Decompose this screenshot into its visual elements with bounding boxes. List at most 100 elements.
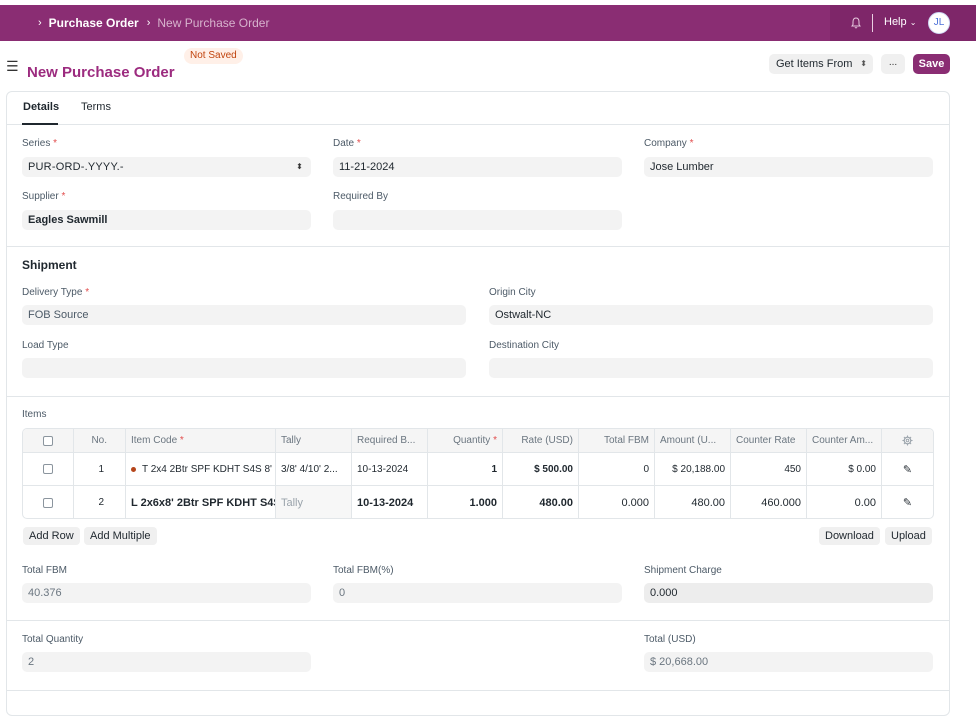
section-divider (7, 396, 949, 397)
status-badge: Not Saved (184, 48, 243, 64)
section-divider (7, 246, 949, 247)
tab-details[interactable]: Details (23, 101, 59, 113)
tally-cell[interactable]: Tally (276, 486, 352, 518)
add-row-button[interactable]: Add Row (23, 527, 80, 545)
page-header: ☰ New Purchase Order Not Saved Get Items… (0, 41, 976, 89)
supplier-field[interactable]: Eagles Sawmill (22, 210, 311, 230)
column-header-amount: Amount (U... (655, 429, 731, 452)
items-table-header: No. Item Code * Tally Required B... Quan… (23, 429, 933, 453)
destination-city-field[interactable] (489, 358, 933, 378)
column-header-item-code: Item Code * (126, 429, 276, 452)
company-field[interactable]: Jose Lumber (644, 157, 933, 177)
breadcrumb: › Purchase Order › New Purchase Order (38, 16, 269, 30)
get-items-from-label: Get Items From (776, 58, 853, 70)
more-button[interactable]: ... (881, 54, 905, 74)
item-code-cell[interactable]: T 2x4 2Btr SPF KDHT S4S 8' (126, 453, 276, 485)
edit-icon[interactable]: ✎ (882, 453, 933, 485)
page-title: New Purchase Order (27, 64, 175, 81)
counter-rate-cell[interactable]: 460.000 (731, 486, 807, 518)
avatar[interactable]: JL (928, 12, 950, 34)
select-all-checkbox[interactable] (43, 435, 53, 446)
load-type-field[interactable] (22, 358, 466, 378)
total-fbm-label: Total FBM (22, 565, 68, 576)
rate-cell[interactable]: 480.00 (503, 486, 579, 518)
gear-icon[interactable] (902, 435, 913, 446)
date-label: Date * (333, 138, 361, 149)
required-by-label: Required By (333, 191, 389, 202)
counter-amount-cell[interactable]: 0.00 (807, 486, 882, 518)
shipment-charge-field[interactable]: 0.000 (644, 583, 933, 603)
quantity-cell[interactable]: 1.000 (428, 486, 503, 518)
total-fbm-field: 40.376 (22, 583, 311, 603)
quantity-cell[interactable]: 1 (428, 453, 503, 485)
supplier-label: Supplier * (22, 191, 66, 202)
divider (872, 14, 873, 32)
column-header-total-fbm: Total FBM (579, 429, 655, 452)
tally-cell[interactable]: 3/8' 4/10' 2... (276, 453, 352, 485)
load-type-label: Load Type (22, 340, 69, 351)
breadcrumb-current: New Purchase Order (157, 16, 270, 30)
form-card: Details Terms Series * PUR-ORD-.YYYY.- ⬍… (6, 91, 950, 716)
row-no: 1 (74, 453, 126, 485)
rate-cell[interactable]: $ 500.00 (503, 453, 579, 485)
amount-cell[interactable]: $ 20,188.00 (655, 453, 731, 485)
column-header-no: No. (74, 429, 126, 452)
save-button[interactable]: Save (913, 54, 950, 74)
shipment-charge-label: Shipment Charge (644, 565, 722, 576)
required-by-field[interactable] (333, 210, 622, 230)
origin-city-label: Origin City (489, 287, 536, 298)
amount-cell[interactable]: 480.00 (655, 486, 731, 518)
required-by-cell[interactable]: 10-13-2024 (352, 453, 428, 485)
section-divider (7, 620, 949, 621)
total-quantity-field: 2 (22, 652, 311, 672)
column-header-tally: Tally (276, 429, 352, 452)
series-select[interactable]: PUR-ORD-.YYYY.- ⬍ (22, 157, 311, 177)
breadcrumb-purchase-order[interactable]: Purchase Order (49, 16, 139, 30)
navbar: › Purchase Order › New Purchase Order He… (0, 5, 976, 41)
column-header-rate: Rate (USD) (503, 429, 579, 452)
delivery-type-field[interactable]: FOB Source (22, 305, 466, 325)
section-divider (7, 690, 949, 691)
required-by-cell[interactable]: 10-13-2024 (352, 486, 428, 518)
bell-icon[interactable] (849, 16, 863, 30)
download-button[interactable]: Download (819, 527, 880, 545)
date-field[interactable]: 11-21-2024 (333, 157, 622, 177)
item-code-cell[interactable]: L 2x6x8' 2Btr SPF KDHT S4S (126, 486, 276, 518)
chevron-down-icon: ⌄ (909, 18, 917, 27)
chevron-right-icon: › (146, 17, 151, 29)
column-header-quantity: Quantity * (428, 429, 503, 452)
status-dot-icon (131, 466, 136, 472)
edit-icon[interactable]: ✎ (882, 486, 933, 518)
get-items-from-button[interactable]: Get Items From ⬍ (769, 54, 873, 74)
total-fbm-cell[interactable]: 0 (579, 453, 655, 485)
table-row[interactable]: 1 T 2x4 2Btr SPF KDHT S4S 8' 3/8' 4/10' … (23, 453, 933, 486)
row-select-cell (23, 453, 74, 485)
origin-city-field[interactable]: Ostwalt-NC (489, 305, 933, 325)
add-multiple-button[interactable]: Add Multiple (84, 527, 157, 545)
total-fbm-cell[interactable]: 0.000 (579, 486, 655, 518)
total-fbm-pct-label: Total FBM(%) (333, 565, 394, 576)
series-value: PUR-ORD-.YYYY.- (28, 161, 124, 173)
select-all-cell (23, 429, 74, 452)
column-header-counter-rate: Counter Rate (731, 429, 807, 452)
tab-terms[interactable]: Terms (81, 101, 111, 113)
row-select-cell (23, 486, 74, 518)
counter-amount-cell[interactable]: $ 0.00 (807, 453, 882, 485)
destination-city-label: Destination City (489, 340, 560, 351)
row-checkbox[interactable] (43, 464, 53, 474)
table-row[interactable]: 2 L 2x6x8' 2Btr SPF KDHT S4S Tally 10-13… (23, 486, 933, 518)
upload-button[interactable]: Upload (885, 527, 932, 545)
settings-cell (882, 429, 933, 452)
menu-icon[interactable]: ☰ (6, 58, 19, 75)
chevron-right-icon: › (38, 17, 42, 29)
company-label: Company * (644, 138, 694, 149)
total-usd-label: Total (USD) (644, 634, 696, 645)
navbar-right: Help ⌄ JL (830, 5, 976, 41)
tab-bar: Details Terms (7, 92, 949, 125)
select-arrows-icon: ⬍ (860, 59, 867, 68)
help-menu[interactable]: Help ⌄ (884, 16, 916, 28)
row-checkbox[interactable] (43, 497, 53, 508)
total-usd-field: $ 20,668.00 (644, 652, 933, 672)
items-table: No. Item Code * Tally Required B... Quan… (22, 428, 934, 519)
counter-rate-cell[interactable]: 450 (731, 453, 807, 485)
